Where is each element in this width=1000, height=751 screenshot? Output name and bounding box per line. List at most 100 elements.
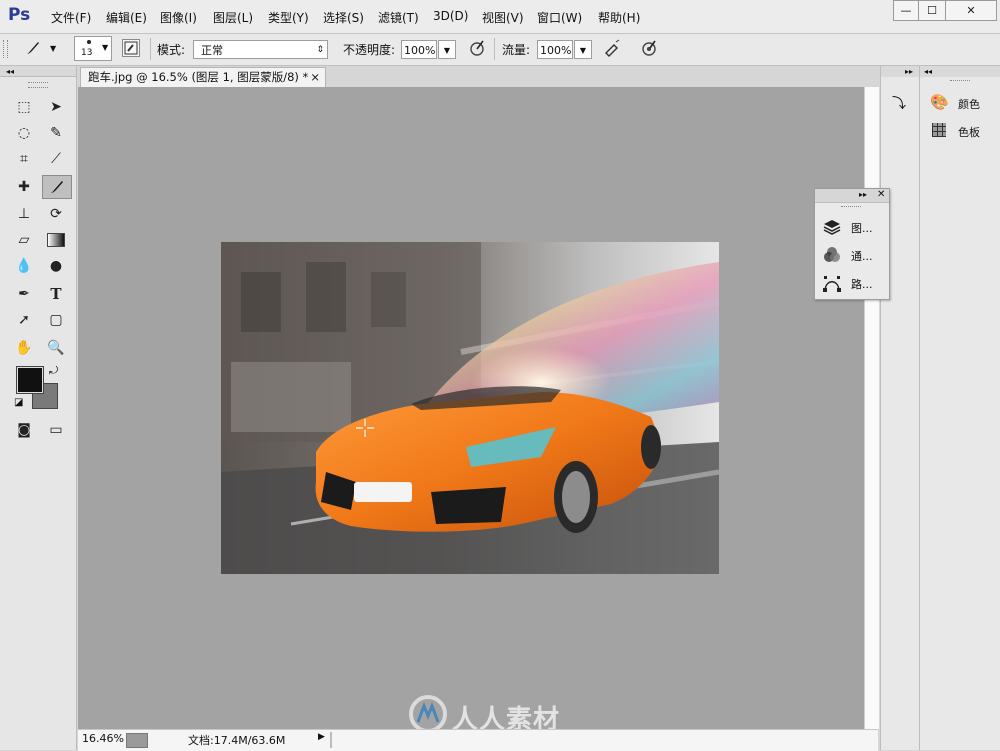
- history-brush-icon[interactable]: ⟳: [44, 203, 68, 225]
- preset-chevron-down-icon[interactable]: ▼: [50, 44, 56, 53]
- menu-image[interactable]: 图像(I): [160, 9, 197, 26]
- brush-panel-toggle-icon[interactable]: [122, 39, 140, 57]
- brush-size-chevron-down-icon: ▼: [102, 43, 109, 52]
- menu-view[interactable]: 视图(V): [482, 9, 524, 26]
- toolbox: ◂◂ ⬚ ➤ ◌ ✎ ⌗ ⟋ ✚ ⊥ ⟳ ▱ 💧 ● ✒ T ➚ ▢ ✋ 🔍 ⤾…: [0, 66, 77, 750]
- channels-panel-label: 通...: [851, 250, 873, 263]
- move-icon[interactable]: ➤: [44, 96, 68, 118]
- default-colors-icon[interactable]: ◪: [14, 397, 23, 408]
- menu-filter[interactable]: 滤镜(T): [378, 9, 419, 26]
- swatches-panel-button[interactable]: 色板: [928, 121, 998, 141]
- minimize-button[interactable]: —: [893, 0, 919, 21]
- dodge-icon[interactable]: ●: [44, 255, 68, 277]
- quick-select-icon[interactable]: ✎: [44, 122, 68, 144]
- swatches-panel-label: 色板: [958, 126, 980, 139]
- menu-type[interactable]: 类型(Y): [268, 9, 309, 26]
- type-icon[interactable]: T: [44, 283, 68, 305]
- pressure-size-icon[interactable]: [640, 39, 658, 57]
- foreground-color-swatch[interactable]: [16, 366, 44, 394]
- canvas-area[interactable]: 人人素材: [78, 87, 864, 735]
- screen-mode-icon[interactable]: ▭: [44, 419, 68, 441]
- panel-dock-wide: ◂◂ 🎨 颜色 色板: [920, 66, 1000, 750]
- menu-layer[interactable]: 图层(L): [213, 9, 253, 26]
- menu-edit[interactable]: 编辑(E): [106, 9, 147, 26]
- layers-icon: [823, 220, 841, 235]
- color-panel-label: 颜色: [958, 98, 980, 111]
- history-panel-icon[interactable]: ⤵: [885, 90, 913, 116]
- options-grip[interactable]: [3, 40, 8, 58]
- expand-dock-icon[interactable]: ▸▸: [881, 66, 919, 77]
- document-tab-title: 跑车.jpg @ 16.5% (图层 1, 图层蒙版/8) *: [88, 70, 309, 84]
- dock-grip[interactable]: [950, 80, 970, 85]
- pen-icon[interactable]: ✒: [12, 283, 36, 305]
- flow-label: 流量:: [502, 43, 531, 57]
- close-panel-icon[interactable]: ✕: [877, 189, 885, 200]
- channels-icon: [824, 247, 840, 262]
- color-panel-button[interactable]: 🎨 颜色: [928, 93, 998, 113]
- zoom-level[interactable]: 16.46%: [82, 732, 124, 745]
- eraser-icon[interactable]: ▱: [12, 229, 36, 251]
- swatches-grid-icon: [932, 123, 946, 137]
- expand-panels-icon[interactable]: ▸▸: [859, 190, 867, 199]
- brush-size-value: 13: [81, 48, 93, 58]
- document-tab[interactable]: 跑车.jpg @ 16.5% (图层 1, 图层蒙版/8) * ×: [80, 67, 326, 87]
- swap-colors-icon[interactable]: ⤾: [49, 364, 58, 378]
- collapse-dock-icon[interactable]: ◂◂: [920, 66, 1000, 77]
- car-photo: [221, 242, 719, 574]
- status-menu-arrow-icon[interactable]: ▶: [318, 732, 325, 742]
- zoom-icon[interactable]: 🔍: [44, 337, 68, 359]
- clone-stamp-icon[interactable]: ⊥: [12, 203, 36, 225]
- options-separator: [494, 38, 495, 60]
- crosshair-cursor-icon: [356, 419, 374, 437]
- floating-panel-grip[interactable]: [841, 206, 861, 210]
- tab-close-icon[interactable]: ×: [310, 68, 320, 87]
- gradient-icon[interactable]: [44, 229, 68, 251]
- menu-select[interactable]: 选择(S): [323, 9, 364, 26]
- close-button[interactable]: ✕: [945, 0, 997, 21]
- mode-select[interactable]: 正常 ⇕: [193, 40, 328, 59]
- crop-icon[interactable]: ⌗: [12, 148, 36, 170]
- document-image[interactable]: [221, 242, 719, 574]
- document-size: 文档:17.4M/63.6M: [188, 734, 286, 747]
- menu-file[interactable]: 文件(F): [51, 9, 91, 26]
- mode-updown-icon: ⇕: [316, 45, 324, 55]
- menu-3d[interactable]: 3D(D): [433, 9, 468, 23]
- collapse-toolbox-icon[interactable]: ◂◂: [0, 66, 76, 77]
- maximize-button[interactable]: ☐: [918, 0, 946, 21]
- toolbox-grip[interactable]: [28, 82, 48, 88]
- menu-help[interactable]: 帮助(H): [598, 9, 640, 26]
- paths-icon: [823, 276, 841, 292]
- status-divider: [330, 732, 332, 748]
- mode-value: 正常: [201, 44, 223, 57]
- opacity-label: 不透明度:: [343, 43, 396, 57]
- airbrush-icon[interactable]: [603, 39, 621, 57]
- menu-bar: Ps 文件(F) 编辑(E) 图像(I) 图层(L) 类型(Y) 选择(S) 滤…: [0, 0, 1000, 34]
- vertical-scrollbar[interactable]: [864, 87, 879, 729]
- layers-panel-label: 图...: [851, 222, 873, 235]
- menu-window[interactable]: 窗口(W): [537, 9, 582, 26]
- brush-icon[interactable]: [42, 175, 72, 199]
- layers-panel-button[interactable]: 图...: [821, 217, 885, 237]
- app-logo: Ps: [8, 5, 31, 25]
- pressure-opacity-icon[interactable]: [468, 39, 486, 57]
- blur-icon[interactable]: 💧: [12, 255, 36, 277]
- path-select-icon[interactable]: ➚: [12, 309, 36, 331]
- quick-mask-icon[interactable]: ◙: [12, 419, 36, 441]
- rectangle-shape-icon[interactable]: ▢: [44, 309, 68, 331]
- watermark-logo: [408, 694, 448, 734]
- lasso-icon[interactable]: ◌: [12, 122, 36, 144]
- opacity-input[interactable]: 100%: [401, 40, 437, 59]
- brush-tool-preset-icon[interactable]: [24, 39, 42, 57]
- status-options-icon[interactable]: [126, 733, 148, 748]
- hand-icon[interactable]: ✋: [12, 337, 36, 359]
- channels-panel-button[interactable]: 通...: [821, 245, 885, 265]
- brush-size-picker[interactable]: 13 ▼: [74, 36, 112, 61]
- eyedropper-icon[interactable]: ⟋: [44, 148, 68, 170]
- paths-panel-button[interactable]: 路...: [821, 273, 885, 293]
- floating-panel-header[interactable]: ▸▸ ✕: [815, 189, 889, 203]
- opacity-chevron-down-icon[interactable]: ▼: [438, 40, 456, 59]
- flow-chevron-down-icon[interactable]: ▼: [574, 40, 592, 59]
- flow-input[interactable]: 100%: [537, 40, 573, 59]
- marquee-icon[interactable]: ⬚: [12, 96, 36, 118]
- healing-brush-icon[interactable]: ✚: [12, 176, 36, 198]
